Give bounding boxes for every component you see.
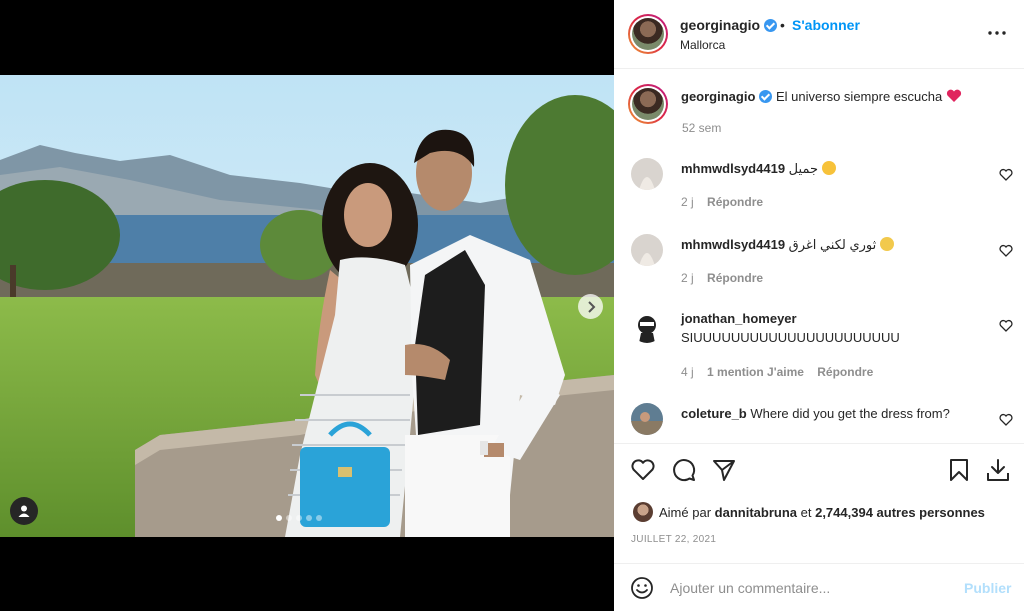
like-comment-heart-icon[interactable] [999,244,1013,258]
comment-likes-count[interactable]: 1 mention J'aime [707,365,804,379]
verified-badge-icon [759,90,773,103]
liker-username[interactable]: dannitabruna [715,505,797,520]
caption-text: El universo siempre escucha [776,89,943,104]
likes-summary: Aimé par dannitabruna et 2,744,394 autre… [633,502,985,522]
more-dots-icon [988,31,1006,35]
carousel-dot [286,515,292,521]
save-bookmark-icon[interactable] [946,457,972,483]
carousel-dot [296,515,302,521]
comment-time[interactable]: 4 j [681,365,694,379]
reply-button[interactable]: Répondre [707,195,763,209]
post-location[interactable]: Mallorca [680,38,725,52]
reply-button[interactable]: Répondre [707,271,763,285]
download-icon[interactable] [985,457,1011,483]
comment-time[interactable]: 2 j [681,195,694,209]
carousel-dot [276,515,282,521]
comment-text: Where did you get the dress from? [750,406,950,421]
media-pane [0,0,614,611]
red-heart-icon [946,89,961,102]
relieved-emoji-icon [879,237,894,251]
likes-others-link[interactable]: 2,744,394 autres personnes [815,505,985,520]
like-heart-icon[interactable] [630,457,656,483]
follow-button[interactable]: S'abonner [792,17,860,33]
caption-username[interactable]: georginagio [681,89,755,104]
comment-text: SIUUUUUUUUUUUUUUUUUUUUUU [681,330,900,345]
more-options-button[interactable] [986,22,1008,44]
header-separator: • [780,17,785,33]
post-photo[interactable] [0,75,614,537]
comment-username[interactable]: jonathan_homeyer [681,311,797,326]
caption-time: 52 sem [682,121,722,135]
next-photo-button[interactable] [578,294,603,319]
comment-text: ثوري لكني اغرق [788,237,877,252]
comment-username[interactable]: mhmwdlsyd4419 [681,161,785,176]
emoji-smile-icon[interactable] [630,576,654,600]
caption-avatar[interactable] [628,84,668,124]
like-comment-heart-icon[interactable] [999,168,1013,182]
author-avatar[interactable] [628,14,668,54]
author-username[interactable]: georginagio [680,17,760,33]
comment-input[interactable] [670,578,950,598]
chevron-right-icon [587,300,595,313]
heart-eyes-emoji-icon [821,161,836,175]
like-comment-heart-icon[interactable] [999,319,1013,333]
comment-time[interactable]: 2 j [681,271,694,285]
comment-username[interactable]: mhmwdlsyd4419 [681,237,785,252]
comment-text: جميل [788,161,818,176]
carousel-indicator [276,515,322,521]
reply-button[interactable]: Répondre [817,365,873,379]
comment-avatar[interactable] [631,158,663,190]
photo-illustration [0,75,614,537]
carousel-dot [316,515,322,521]
verified-badge-icon [764,19,778,32]
post-date[interactable]: JUILLET 22, 2021 [631,534,716,545]
like-comment-heart-icon[interactable] [999,413,1013,427]
comment-avatar[interactable] [631,234,663,266]
publish-button[interactable]: Publier [964,580,1011,596]
liker-avatar[interactable] [633,502,653,522]
comment-username[interactable]: coleture_b [681,406,747,421]
comment-avatar[interactable] [631,311,663,343]
tagged-users-button[interactable] [10,497,38,525]
comment-bubble-icon[interactable] [671,457,697,483]
user-icon [18,505,30,517]
share-paper-plane-icon[interactable] [711,457,737,483]
post-panel: georginagio • S'abonner Mallorca georgin… [614,0,1024,611]
comments-list[interactable]: georginagio El universo siempre escucha … [614,70,1024,442]
add-comment-bar: Publier [614,563,1024,611]
post-header: georginagio • S'abonner Mallorca [614,0,1024,69]
comment-avatar[interactable] [631,403,663,435]
carousel-dot [306,515,312,521]
